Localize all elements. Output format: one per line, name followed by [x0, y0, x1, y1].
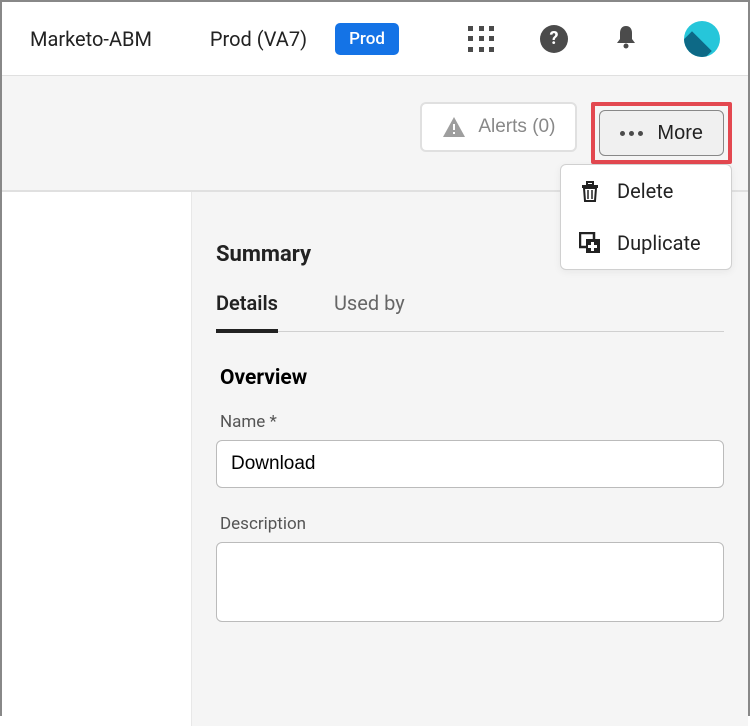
content-area: Summary Details Used by Overview Name * …: [2, 192, 748, 726]
more-label: More: [657, 122, 703, 145]
apps-icon[interactable]: [468, 26, 494, 52]
overview-title: Overview: [220, 366, 724, 390]
right-panel: Summary Details Used by Overview Name * …: [192, 192, 748, 726]
alert-icon: [442, 116, 466, 138]
notifications-icon[interactable]: [614, 23, 638, 55]
alerts-button[interactable]: Alerts (0): [420, 102, 577, 152]
dropdown-item-label: Delete: [617, 179, 673, 203]
name-input[interactable]: [216, 440, 724, 488]
action-bar: Alerts (0) More Delete Du: [2, 76, 748, 192]
more-dots-icon: [620, 131, 643, 136]
left-panel: [2, 192, 192, 726]
top-bar: Marketo-ABM Prod (VA7) Prod ?: [2, 2, 748, 76]
description-input[interactable]: [216, 542, 724, 622]
help-icon[interactable]: ?: [540, 25, 568, 53]
dropdown-item-duplicate[interactable]: Duplicate: [561, 217, 731, 269]
avatar[interactable]: [684, 21, 720, 57]
tab-used-by[interactable]: Used by: [334, 291, 405, 331]
trash-icon: [579, 179, 601, 203]
alerts-label: Alerts (0): [478, 116, 555, 138]
name-label: Name *: [220, 412, 724, 432]
tabs: Details Used by: [216, 291, 724, 332]
tab-details[interactable]: Details: [216, 291, 278, 333]
dropdown-item-delete[interactable]: Delete: [561, 165, 731, 217]
more-button-highlight: More: [591, 102, 732, 164]
more-dropdown: Delete Duplicate: [560, 164, 732, 270]
more-button[interactable]: More: [599, 110, 724, 156]
duplicate-icon: [579, 232, 601, 254]
org-name[interactable]: Marketo-ABM: [30, 27, 152, 51]
dropdown-item-label: Duplicate: [617, 231, 701, 255]
env-badge: Prod: [335, 23, 399, 55]
env-name[interactable]: Prod (VA7): [210, 27, 307, 51]
description-label: Description: [220, 514, 724, 534]
